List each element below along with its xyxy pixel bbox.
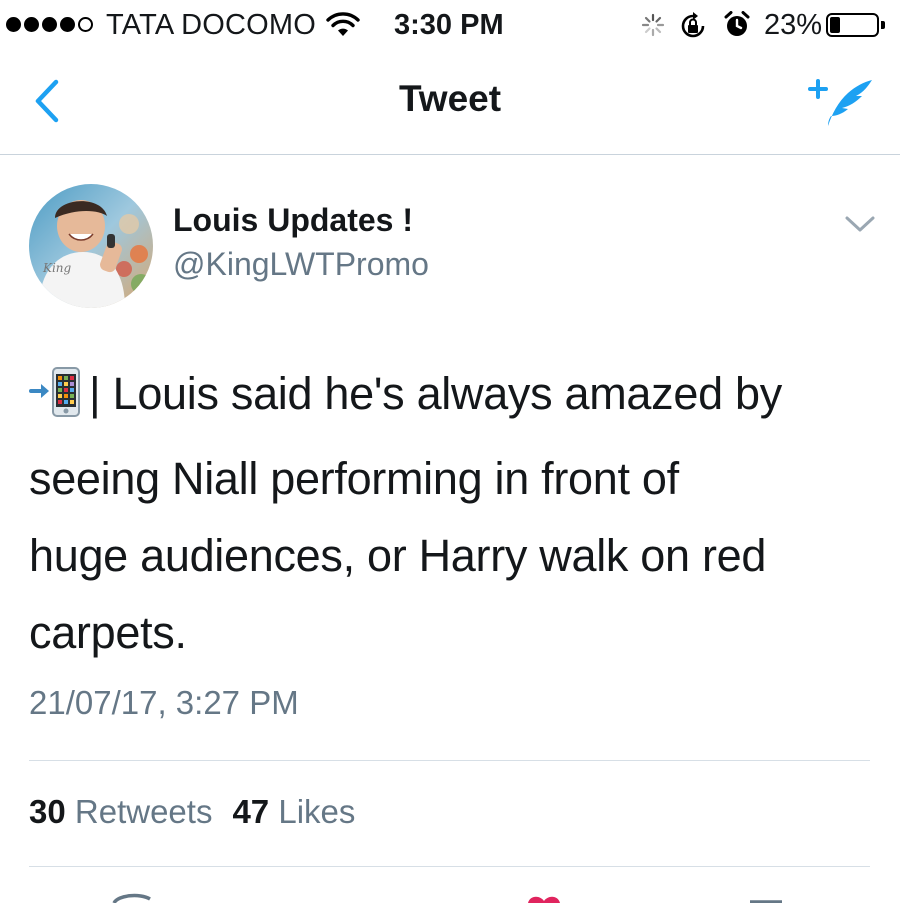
status-time: 3:30 PM [394,9,504,41]
wifi-icon [326,12,360,43]
battery-percent: 23% [764,9,823,41]
status-bar: TATA DOCOMO 3:30 PM 23% [0,0,900,50]
activity-spinner-icon [641,13,665,42]
author-display-name[interactable]: Louis Updates ! [173,202,413,239]
rotation-lock-icon [678,11,708,46]
page-title: Tweet [398,78,502,119]
tweet-options-button[interactable] [843,210,877,236]
tweet-text-line-1: | Louis said he's always amazed by [89,368,782,419]
tweet-text-line-3: huge audiences, or Harry walk on red [29,530,767,581]
likes-stat[interactable]: 47 Likes [232,793,355,830]
tweet-text-line-2: seeing Niall performing in front of [29,453,679,504]
retweets-label: Retweets [74,793,213,830]
battery-icon [826,13,885,37]
share-icon[interactable] [744,893,788,903]
navigation-bar: Tweet [0,50,900,155]
avatar[interactable]: King [29,184,153,308]
signal-dots-icon [6,17,93,32]
reply-icon[interactable] [110,893,154,903]
alarm-icon [724,11,750,44]
likes-label: Likes [278,793,356,830]
carrier-name: TATA DOCOMO [106,9,317,41]
tweet-stats: 30 Retweets 47 Likes [29,793,355,831]
divider [29,760,870,761]
tweet-text: | Louis said he's always amazed by seein… [29,355,879,671]
mobile-phone-arrow-icon [29,363,85,440]
compose-quill-icon [808,79,872,126]
retweets-count: 30 [29,793,66,830]
battery-level-fill [830,17,840,33]
retweets-stat[interactable]: 30 Retweets [29,793,212,830]
heart-icon[interactable] [522,893,566,903]
divider [29,866,870,867]
likes-count: 47 [232,793,270,830]
tweet-timestamp: 21/07/17, 3:27 PM [29,684,299,721]
svg-text:King: King [42,261,72,275]
author-handle[interactable]: @KingLWTPromo [173,246,429,283]
compose-tweet-button[interactable] [806,74,876,130]
chevron-down-icon [845,216,875,232]
tweet-text-line: | Louis said he's always amazed by [29,355,879,440]
tweet-text-line-4: carpets. [29,607,187,658]
